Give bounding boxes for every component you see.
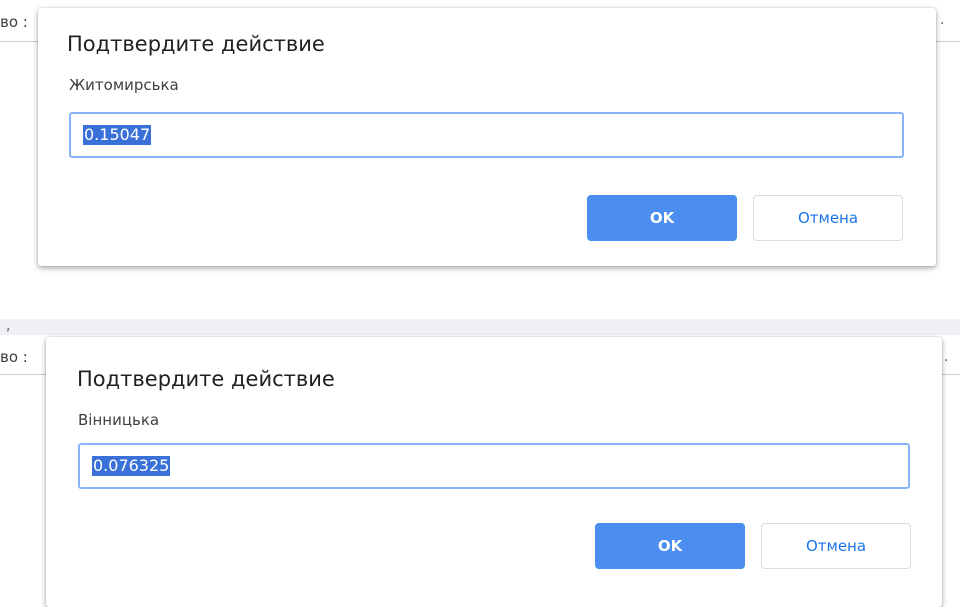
page-edge-text: во :	[0, 13, 28, 31]
page-edge-text: во :	[0, 348, 28, 366]
dialog-title: Подтвердите действие	[67, 32, 325, 56]
page-divider-top	[0, 41, 38, 42]
input-value: 0.076325	[92, 456, 171, 476]
prompt-dialog: Подтвердите действие Житомирська 0.15047…	[38, 8, 936, 266]
ok-button[interactable]: OK	[587, 195, 737, 241]
dialog-label: Вінницька	[78, 411, 160, 429]
page-edge-mark: .	[944, 349, 949, 365]
prompt-input[interactable]: 0.15047	[69, 112, 904, 158]
page-edge-mark: .	[940, 12, 945, 28]
page-toolbar-strip	[0, 319, 960, 335]
cancel-button[interactable]: Отмена	[761, 523, 911, 569]
cancel-button[interactable]: Отмена	[753, 195, 903, 241]
prompt-dialog: Подтвердите действие Вінницька 0.076325 …	[46, 337, 942, 607]
input-value: 0.15047	[83, 125, 152, 145]
page-edge-mark: ,	[6, 318, 11, 334]
dialog-label: Житомирська	[69, 76, 179, 94]
ok-button[interactable]: OK	[595, 523, 745, 569]
dialog-title: Подтвердите действие	[77, 367, 335, 391]
page-divider-right	[942, 374, 960, 375]
prompt-input[interactable]: 0.076325	[78, 443, 910, 489]
page-divider-bottom	[0, 374, 46, 375]
page-divider-right	[936, 41, 960, 42]
